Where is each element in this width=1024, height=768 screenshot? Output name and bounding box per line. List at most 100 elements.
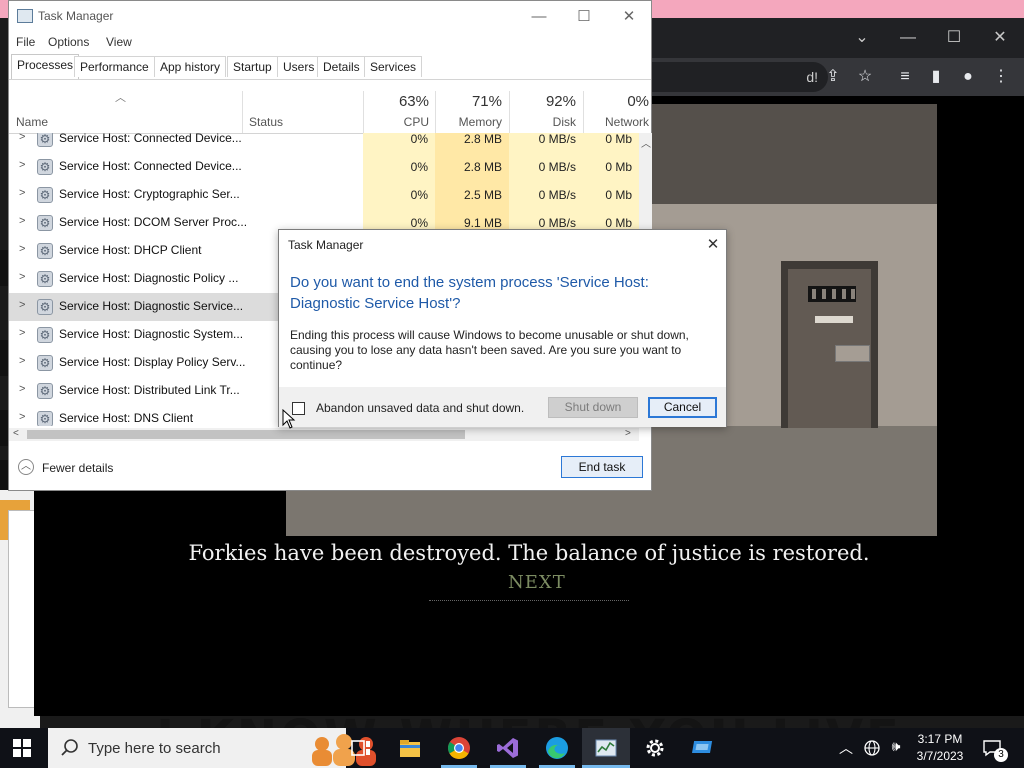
tab-startup[interactable]: Startup	[227, 56, 278, 77]
dialog-title: Task Manager	[288, 238, 364, 252]
service-gear-icon: ⚙	[37, 133, 53, 147]
tab-processes[interactable]: Processes	[11, 54, 80, 79]
task-view-icon[interactable]	[349, 736, 373, 760]
menu-options[interactable]: Options	[48, 35, 89, 49]
chevron-up-circle-icon[interactable]: ︿	[18, 459, 34, 475]
end-process-dialog: Task Manager ✕ Do you want to end the sy…	[278, 229, 727, 427]
bookmark-star-icon[interactable]: ☆	[854, 66, 876, 88]
tab-performance[interactable]: Performance	[74, 56, 155, 77]
disk-value: 0 MB/s	[509, 153, 583, 181]
horizontal-scrollbar[interactable]: < >	[9, 428, 639, 441]
shut-down-button[interactable]: Shut down	[548, 397, 638, 418]
sort-up-chevron-icon: ︿	[115, 92, 126, 104]
expand-chevron-icon[interactable]: >	[19, 159, 25, 171]
settings-gear-icon[interactable]	[643, 736, 667, 760]
tab-details[interactable]: Details	[317, 56, 366, 77]
taskbar-search-box[interactable]: Type here to search	[48, 728, 376, 768]
column-network[interactable]: Network	[583, 115, 649, 129]
tab-bar: Processes Performance App history Startu…	[9, 54, 651, 80]
expand-chevron-icon[interactable]: >	[19, 355, 25, 367]
game-story-text: Forkies have been destroyed. The balance…	[188, 541, 870, 565]
door-window-bars	[808, 286, 856, 302]
side-panel-icon[interactable]: ▮	[925, 66, 947, 88]
task-manager-footer: ︿ Fewer details End task	[9, 443, 651, 491]
expand-chevron-icon[interactable]: >	[19, 187, 25, 199]
end-task-button[interactable]: End task	[561, 456, 643, 478]
disk-value: 0 MB/s	[509, 133, 583, 153]
process-name: Service Host: Connected Device...	[59, 133, 242, 145]
column-memory[interactable]: Memory	[435, 115, 502, 129]
remote-desktop-icon[interactable]	[692, 736, 716, 760]
expand-chevron-icon[interactable]: >	[19, 133, 25, 143]
service-gear-icon: ⚙	[37, 299, 53, 315]
column-disk[interactable]: Disk	[509, 115, 576, 129]
show-hidden-icons-chevron-icon[interactable]: ︿	[836, 738, 856, 758]
expand-chevron-icon[interactable]: >	[19, 327, 25, 339]
process-name: Service Host: DCOM Server Proc...	[59, 215, 248, 229]
service-gear-icon: ⚙	[37, 159, 53, 175]
column-name[interactable]: Name	[16, 115, 48, 129]
close-button[interactable]: ✕	[619, 7, 639, 27]
visual-studio-icon[interactable]	[496, 736, 520, 760]
menu-file[interactable]: File	[16, 35, 35, 49]
tab-users[interactable]: Users	[277, 56, 321, 77]
scroll-right-arrow-icon[interactable]: >	[625, 428, 631, 439]
window-title: Task Manager	[38, 9, 114, 23]
expand-chevron-icon[interactable]: >	[19, 411, 25, 423]
dialog-close-button[interactable]: ✕	[703, 235, 723, 255]
minimize-button[interactable]: —	[529, 7, 549, 27]
file-explorer-icon[interactable]	[398, 736, 422, 760]
menu-view[interactable]: View	[106, 35, 132, 49]
expand-chevron-icon[interactable]: >	[19, 215, 25, 227]
table-row[interactable]: > ⚙ Service Host: Connected Device... 0%…	[9, 153, 639, 181]
process-name: Service Host: Connected Device...	[59, 159, 242, 173]
next-underline	[429, 600, 629, 601]
windows-start-icon[interactable]	[12, 738, 32, 758]
tab-app-history[interactable]: App history	[154, 56, 227, 77]
scroll-up-arrow-icon[interactable]: ︿	[641, 135, 651, 150]
table-row[interactable]: > ⚙ Service Host: Cryptographic Ser... 0…	[9, 181, 639, 209]
abandon-data-checkbox-label[interactable]: Abandon unsaved data and shut down.	[316, 401, 524, 415]
browser-maximize-button[interactable]: ☐	[944, 28, 964, 48]
expand-chevron-icon[interactable]: >	[19, 243, 25, 255]
share-icon[interactable]: ⇪	[822, 66, 844, 88]
task-manager-titlebar: Task Manager — ☐ ✕	[9, 1, 651, 33]
browser-minimize-button[interactable]: —	[898, 28, 918, 48]
expand-chevron-icon[interactable]: >	[19, 299, 25, 311]
process-name: Service Host: Diagnostic Service...	[59, 299, 244, 313]
expand-chevron-icon[interactable]: >	[19, 383, 25, 395]
dialog-heading: Do you want to end the system process 'S…	[290, 274, 649, 312]
task-manager-icon[interactable]	[594, 736, 618, 760]
tab-services[interactable]: Services	[364, 56, 423, 77]
column-cpu[interactable]: CPU	[363, 115, 429, 129]
browser-tab-search-chevron-icon[interactable]: ⌄	[852, 28, 872, 48]
edge-icon[interactable]	[545, 736, 569, 760]
table-row[interactable]: > ⚙ Service Host: Connected Device... 0%…	[9, 133, 639, 153]
process-name: Service Host: Display Policy Serv...	[59, 355, 246, 369]
volume-icon[interactable]: 🕪	[886, 738, 906, 755]
memory-value: 2.8 MB	[435, 153, 509, 181]
network-globe-icon[interactable]	[862, 738, 882, 758]
taskbar: Type here to search ︿ 🕪 3:17 PM 3/7/2023…	[0, 728, 1024, 768]
next-button[interactable]: NEXT	[508, 572, 565, 593]
disk-total-percent: 92%	[545, 93, 576, 110]
scroll-left-arrow-icon[interactable]: <	[13, 428, 19, 439]
task-manager-app-icon	[17, 9, 33, 23]
maximize-button[interactable]: ☐	[574, 7, 594, 27]
profile-avatar-icon[interactable]: ●	[957, 66, 979, 88]
column-status[interactable]: Status	[249, 115, 283, 129]
chrome-icon[interactable]	[447, 736, 471, 760]
door-handle	[835, 345, 870, 362]
browser-close-button[interactable]: ✕	[990, 28, 1010, 48]
reading-list-icon[interactable]: ≡	[894, 66, 916, 88]
network-value: 0 Mb	[583, 153, 639, 181]
process-name: Service Host: Diagnostic System...	[59, 327, 244, 341]
fewer-details-link[interactable]: Fewer details	[42, 461, 113, 475]
dialog-body-text: Ending this process will cause Windows t…	[290, 328, 689, 372]
browser-menu-icon[interactable]: ⋮	[990, 66, 1012, 88]
taskbar-clock[interactable]: 3:17 PM 3/7/2023	[910, 731, 970, 765]
cancel-button[interactable]: Cancel	[648, 397, 717, 418]
service-gear-icon: ⚙	[37, 327, 53, 343]
expand-chevron-icon[interactable]: >	[19, 271, 25, 283]
horizontal-scroll-thumb[interactable]	[27, 430, 465, 439]
